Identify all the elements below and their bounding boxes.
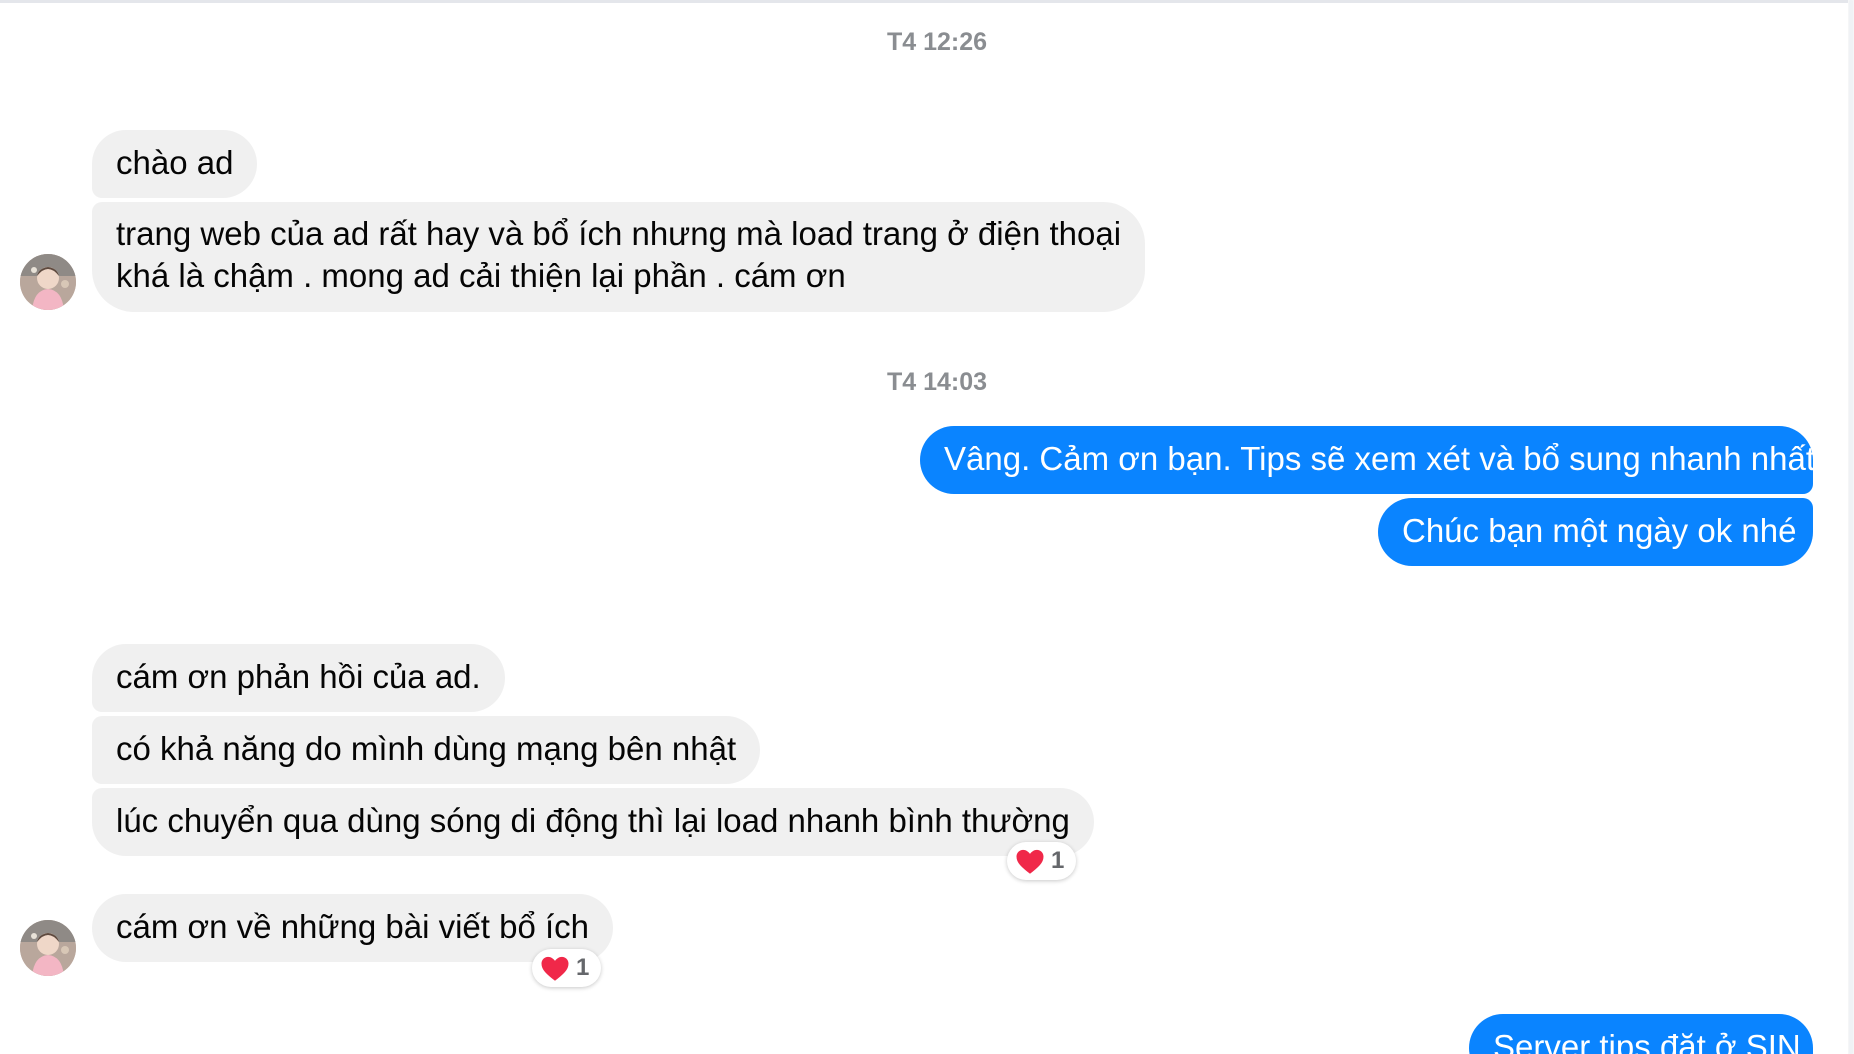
scrollbar[interactable] <box>1848 0 1854 1054</box>
message-bubble[interactable]: cám ơn về những bài viết bổ ích <box>92 894 613 962</box>
heart-icon <box>541 956 569 981</box>
scrollbar-thumb[interactable] <box>1849 0 1853 1054</box>
message-bubble[interactable]: chào ad <box>92 130 258 198</box>
message-bubble[interactable]: Chúc bạn một ngày ok nhé <box>1378 498 1813 566</box>
message-text: cám ơn phản hồi của ad. <box>116 658 481 695</box>
avatar-photo <box>20 254 76 310</box>
message-bubble[interactable]: cám ơn phản hồi của ad. <box>92 644 505 712</box>
message-text: chào ad <box>116 144 234 181</box>
message-text: Chúc bạn một ngày ok nhé <box>1402 512 1797 549</box>
avatar-photo <box>20 920 76 976</box>
sender-avatar[interactable] <box>20 254 76 310</box>
message-bubble[interactable]: lúc chuyển qua dùng sóng di động thì lại… <box>92 788 1094 856</box>
chat-thread: T4 12:26 chào ad trang web của ad rất ha… <box>0 0 1854 1054</box>
heart-icon <box>1016 849 1044 874</box>
message-text: Vâng. Cảm ơn bạn. Tips sẽ xem xét và bổ … <box>944 440 1816 477</box>
reaction-count: 1 <box>576 954 590 981</box>
message-bubble[interactable]: Server tips đặt ở SIN <box>1469 1014 1813 1054</box>
message-text: lúc chuyển qua dùng sóng di động thì lại… <box>116 802 1070 839</box>
timestamp: T4 12:26 <box>886 28 988 56</box>
reaction-badge[interactable]: 1 <box>1007 842 1077 880</box>
message-text-line: khá là chậm . mong ad cải thiện lại phần… <box>116 257 846 294</box>
message-text: cám ơn về những bài viết bổ ích <box>116 908 589 945</box>
message-bubble[interactable]: có khả năng do mình dùng mạng bên nhật <box>92 716 761 784</box>
message-bubble[interactable]: Vâng. Cảm ơn bạn. Tips sẽ xem xét và bổ … <box>920 426 1816 494</box>
message-text: có khả năng do mình dùng mạng bên nhật <box>116 730 737 767</box>
top-divider <box>0 0 1854 3</box>
message-text: Server tips đặt ở SIN <box>1493 1028 1801 1054</box>
reaction-badge[interactable]: 1 <box>532 949 602 987</box>
sender-avatar[interactable] <box>20 920 76 976</box>
message-text-line: trang web của ad rất hay và bổ ích nhưng… <box>116 215 1122 252</box>
timestamp: T4 14:03 <box>886 368 988 396</box>
reaction-count: 1 <box>1051 847 1065 874</box>
message-bubble[interactable]: trang web của ad rất hay và bổ ích nhưng… <box>92 202 1146 312</box>
